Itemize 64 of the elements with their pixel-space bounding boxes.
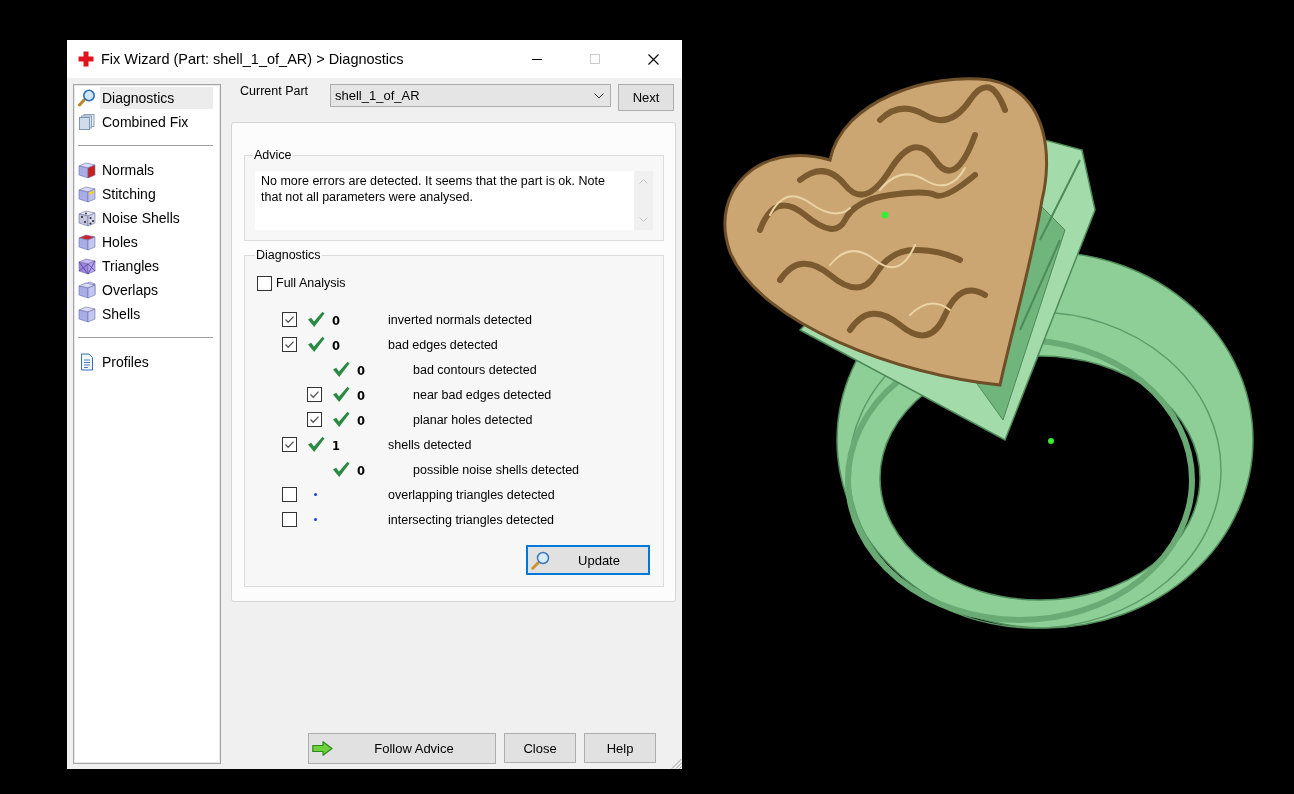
part-dropdown[interactable]: shell_1_of_AR [330,84,611,107]
wireframe-cube-icon [78,257,96,275]
issue-count: 0 [357,463,365,478]
checkbox[interactable] [282,437,297,452]
cubes-icon [78,281,96,299]
check-label: intersecting triangles detected [388,512,555,527]
check-label: bad contours detected [413,362,537,377]
current-part-label: Current Part [239,84,310,98]
maximize-icon [590,54,600,64]
advice-text: No more errors are detected. It seems that the part is ok. Note that not all parameters were analysed. [260,173,606,206]
document-icon [78,353,96,371]
sidebar-item[interactable]: Shells [100,303,213,325]
checkbox[interactable] [307,387,322,402]
checkbox[interactable] [257,275,272,291]
next-button[interactable]: Next [618,84,674,111]
sidebar-item[interactable]: Profiles [100,351,213,373]
follow-advice-button[interactable]: Follow Advice [308,733,496,764]
search-icon [531,550,550,570]
help-button[interactable]: Help [584,733,656,763]
checkbox[interactable] [282,337,297,352]
window-title: Fix Wizard (Part: shell_1_of_AR) > Diagnostics [101,51,404,67]
cube-icon [78,233,96,251]
check-label: near bad edges detected [413,387,552,402]
issue-count: 0 [332,313,340,328]
check-label: inverted normals detected [388,312,532,327]
checkbox[interactable] [282,512,297,527]
checkbox-label[interactable]: Full Analysis [276,276,346,290]
plus-icon [78,51,94,67]
sidebar-item[interactable]: Triangles [100,255,213,277]
sidebar-item[interactable]: Overlaps [100,279,213,301]
resize-grip-icon[interactable] [671,758,682,769]
update-button[interactable]: Update [526,545,650,575]
check-label: bad edges detected [388,337,498,352]
check-label: planar holes detected [413,412,533,427]
dice-icon [78,209,96,227]
sidebar-item[interactable]: Normals [100,159,213,181]
issue-count: 1 [332,438,340,453]
issue-count: 0 [332,338,340,353]
sidebar-item[interactable]: Holes [100,231,213,253]
sidebar-item[interactable]: Diagnostics [100,87,213,109]
cube-icon [78,305,96,323]
sidebar-item[interactable]: Combined Fix [100,111,213,133]
issue-count: 0 [357,388,365,403]
group-title: Advice [253,148,293,162]
check-label: overlapping triangles detected [388,487,555,502]
issue-count: 0 [357,363,365,378]
cube-icon [78,161,96,179]
group-title: Diagnostics [255,248,322,262]
chevron-down-icon [594,92,604,99]
checkbox[interactable] [307,412,322,427]
sidebar-item[interactable]: Noise Shells [100,207,213,229]
cube-icon [78,185,96,203]
issue-count: 0 [357,413,365,428]
magnifier-icon [78,89,96,107]
checkbox[interactable] [282,487,297,502]
checkbox[interactable] [282,312,297,327]
pages-icon [78,113,96,131]
minimize-icon [532,58,542,60]
arrow-right-icon [312,741,333,756]
check-label: shells detected [388,437,472,452]
sidebar-item[interactable]: Stitching [100,183,213,205]
close-button[interactable]: Close [504,733,576,763]
check-label: possible noise shells detected [413,462,580,477]
close-icon [647,53,659,65]
